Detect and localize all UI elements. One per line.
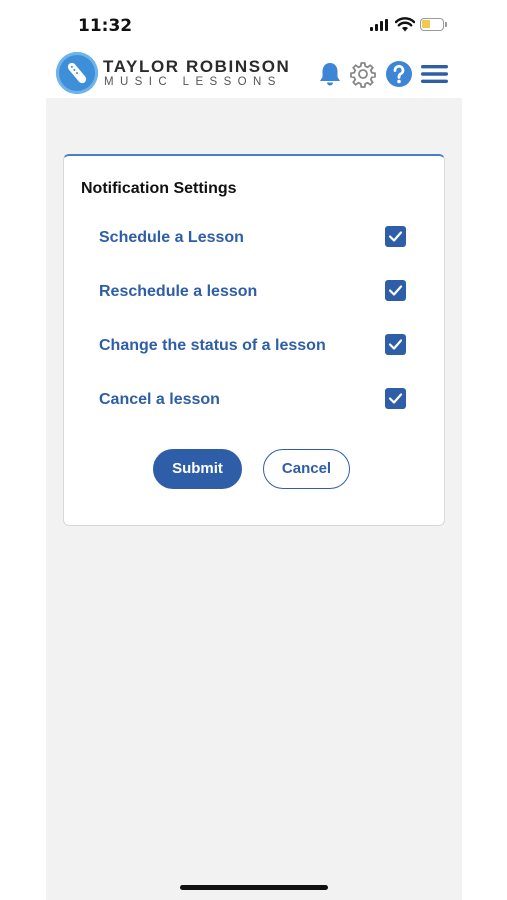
wifi-icon (395, 17, 415, 32)
bell-icon[interactable] (316, 60, 344, 88)
gear-icon[interactable] (349, 60, 377, 88)
checkmark-icon (388, 339, 403, 350)
setting-label: Schedule a Lesson (99, 229, 244, 246)
checkmark-icon (388, 393, 403, 404)
brand-subtitle: MUSIC LESSONS (104, 76, 282, 88)
status-bar: 11:32 (0, 0, 507, 48)
checkmark-icon (388, 231, 403, 242)
signal-icon (370, 19, 390, 31)
card-title: Notification Settings (81, 180, 237, 197)
setting-label: Reschedule a lesson (99, 283, 258, 300)
phone-screen: 11:32 TAYLOR ROBINSON MUSIC LESSONS Noti… (0, 0, 507, 900)
status-time: 11:32 (78, 16, 133, 36)
setting-label: Cancel a lesson (99, 391, 220, 408)
checkmark-icon (388, 285, 403, 296)
setting-row-schedule[interactable]: Schedule a Lesson (64, 223, 444, 253)
setting-row-change-status[interactable]: Change the status of a lesson (64, 331, 444, 361)
cancel-lesson-checkbox[interactable] (385, 388, 406, 409)
brand-title: TAYLOR ROBINSON (103, 57, 291, 76)
change-status-checkbox[interactable] (385, 334, 406, 355)
submit-button[interactable]: Submit (153, 449, 242, 489)
home-indicator[interactable] (180, 885, 328, 890)
setting-row-cancel[interactable]: Cancel a lesson (64, 385, 444, 415)
menu-icon[interactable] (420, 60, 448, 88)
setting-label: Change the status of a lesson (99, 337, 326, 354)
app-header: TAYLOR ROBINSON MUSIC LESSONS (46, 48, 462, 98)
notification-settings-card: Notification Settings Schedule a Lesson … (63, 154, 445, 526)
battery-icon (420, 18, 444, 31)
setting-row-reschedule[interactable]: Reschedule a lesson (64, 277, 444, 307)
reschedule-checkbox[interactable] (385, 280, 406, 301)
help-icon[interactable] (385, 60, 413, 88)
logo-icon[interactable] (56, 52, 98, 94)
status-icons (370, 16, 450, 36)
schedule-checkbox[interactable] (385, 226, 406, 247)
cancel-button[interactable]: Cancel (263, 449, 350, 489)
